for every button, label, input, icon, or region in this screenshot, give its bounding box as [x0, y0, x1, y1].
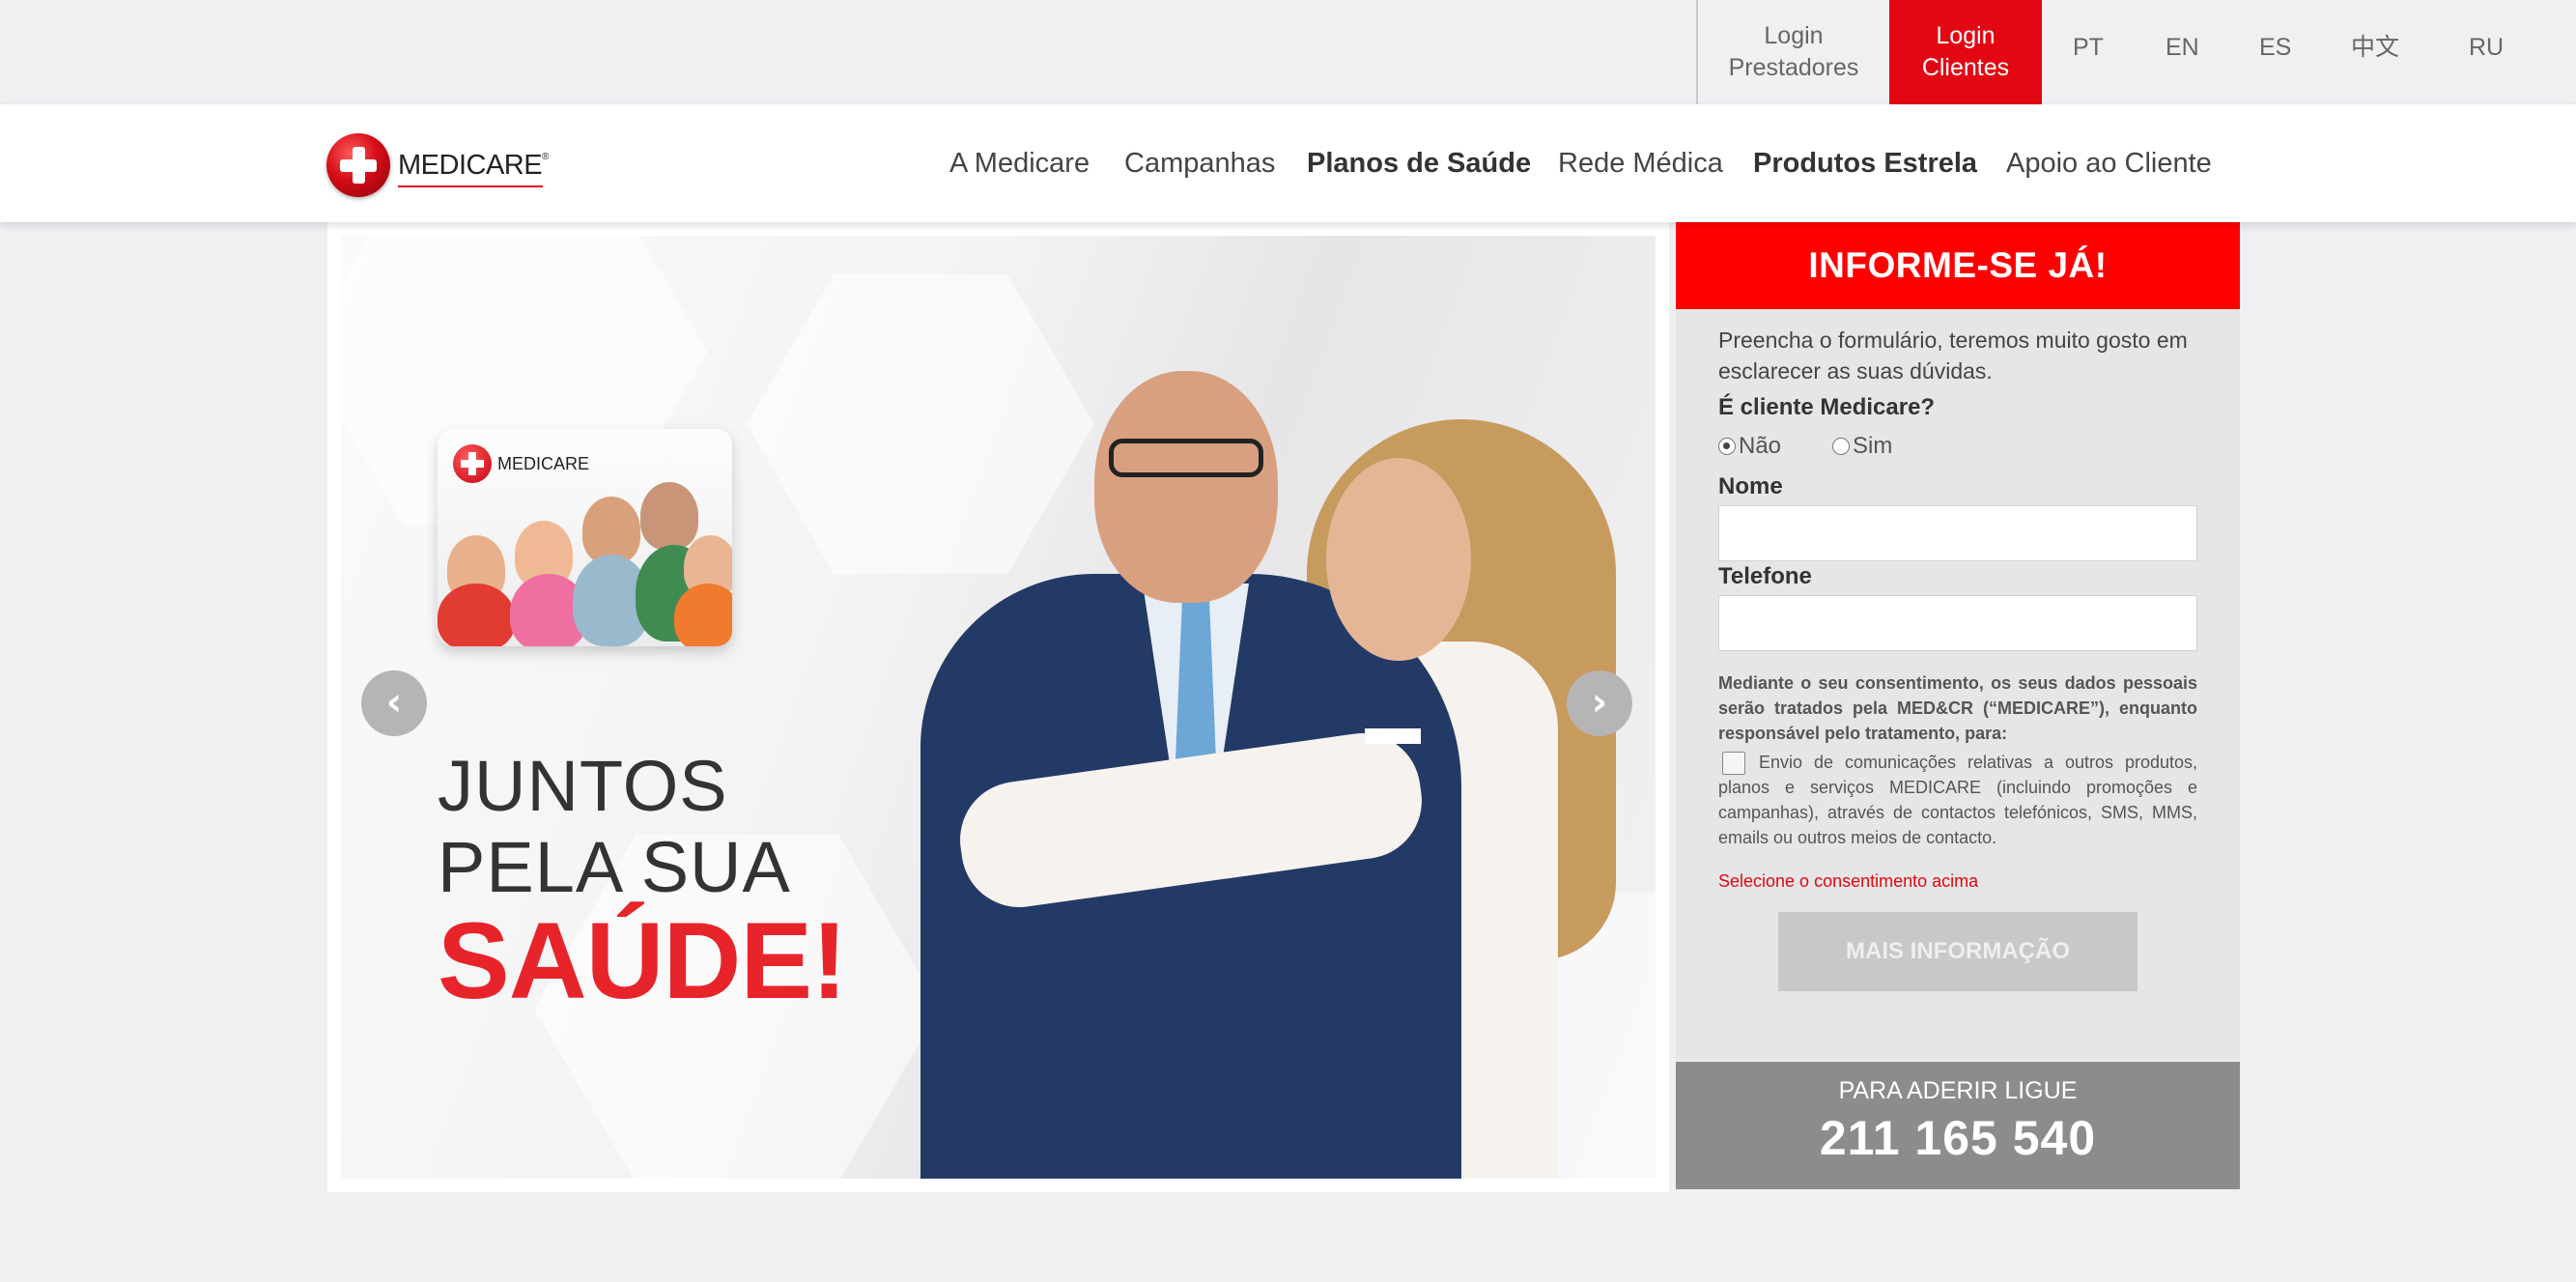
- form-intro-text: Preencha o formulário, teremos muito gos…: [1718, 328, 2188, 384]
- login-prestadores-line1: Login: [1764, 22, 1824, 49]
- card-logo: MEDICARE: [453, 444, 589, 483]
- hero-carousel: MEDICARE JUNTOS PELA SUA SAÚDE! ‹ ›: [327, 222, 1669, 1192]
- consent-option: Envio de comunicações relativas a outros…: [1718, 750, 2197, 850]
- headline-big: SAÚDE!: [438, 900, 847, 1021]
- top-bar: Login Prestadores Login Clientes PT EN E…: [0, 0, 2576, 104]
- hero-headline: JUNTOS PELA SUA SAÚDE!: [438, 746, 847, 1021]
- login-prestadores-line2: Prestadores: [1728, 54, 1859, 81]
- info-form: Preencha o formulário, teremos muito gos…: [1676, 309, 2240, 1061]
- phone-label: Telefone: [1718, 563, 1812, 589]
- man-glasses: [1109, 439, 1263, 477]
- medicare-cross-icon: [326, 133, 390, 197]
- consent-text: Mediante o seu consentimento, os seus da…: [1718, 673, 2197, 743]
- nav-rede-medica[interactable]: Rede Médica: [1558, 104, 1723, 222]
- nav-a-medicare[interactable]: A Medicare: [949, 104, 1090, 222]
- logo-wordmark: MEDICARE: [398, 149, 543, 181]
- headline-line-1: JUNTOS: [438, 746, 728, 826]
- nav-campanhas[interactable]: Campanhas: [1124, 104, 1275, 222]
- radio-nao-indicator[interactable]: [1718, 438, 1736, 455]
- mais-informacao-button[interactable]: MAIS INFORMAÇÃO: [1778, 912, 2137, 991]
- chevron-left-icon: ‹: [385, 680, 403, 725]
- nav-planos-de-saude[interactable]: Planos de Saúde: [1307, 104, 1531, 222]
- family-figure: [438, 584, 515, 646]
- login-clientes-line1: Login: [1936, 22, 1996, 49]
- lang-ru-link[interactable]: RU: [2469, 0, 2504, 95]
- card-cross-icon: [453, 444, 492, 483]
- radio-sim-indicator[interactable]: [1832, 438, 1850, 455]
- woman-face: [1326, 458, 1471, 661]
- lang-es-link[interactable]: ES: [2259, 0, 2291, 95]
- name-input[interactable]: [1718, 505, 2197, 561]
- call-to-join-box: PARA ADERIR LIGUE 211 165 540: [1676, 1062, 2240, 1189]
- form-title: INFORME-SE JÁ!: [1676, 222, 2240, 309]
- pocket-square: [1365, 728, 1421, 744]
- family-figure: [674, 584, 732, 646]
- login-prestadores-link[interactable]: Login Prestadores: [1698, 0, 1889, 104]
- nav-produtos-estrela[interactable]: Produtos Estrela: [1753, 104, 1977, 222]
- family-figure: [640, 482, 698, 550]
- radio-nao[interactable]: Não: [1718, 433, 1781, 460]
- client-question-label: É cliente Medicare?: [1718, 394, 1936, 420]
- logo-registered-mark: ®: [542, 151, 549, 162]
- lang-en-link[interactable]: EN: [2166, 0, 2199, 95]
- radio-nao-label: Não: [1739, 433, 1782, 459]
- lang-pt-link[interactable]: PT: [2073, 0, 2104, 95]
- consent-checkbox[interactable]: [1722, 752, 1745, 776]
- name-label: Nome: [1718, 473, 1783, 499]
- login-clientes-line2: Clientes: [1921, 54, 2010, 81]
- membership-card-image: MEDICARE: [438, 429, 732, 646]
- consent-option-text: Envio de comunicações relativas a outros…: [1718, 753, 2197, 848]
- medicare-logo[interactable]: MEDICARE®: [326, 131, 549, 199]
- carousel-next-button[interactable]: ›: [1567, 670, 1632, 736]
- nav-apoio-ao-cliente[interactable]: Apoio ao Cliente: [2006, 104, 2212, 222]
- phone-input[interactable]: [1718, 595, 2197, 651]
- carousel-prev-button[interactable]: ‹: [361, 670, 427, 736]
- radio-sim[interactable]: Sim: [1832, 433, 1892, 460]
- consent-error-text: Selecione o consentimento acima: [1718, 871, 1979, 891]
- hero-slide-image: MEDICARE JUNTOS PELA SUA SAÚDE!: [341, 236, 1656, 1179]
- card-logo-text: MEDICARE: [497, 453, 590, 473]
- man-head: [1094, 371, 1278, 603]
- chevron-right-icon: ›: [1591, 680, 1608, 725]
- lang-zh-link[interactable]: 中文: [2351, 0, 2399, 95]
- call-phone-number[interactable]: 211 165 540: [1676, 1110, 2240, 1166]
- login-clientes-link[interactable]: Login Clientes: [1889, 0, 2042, 104]
- headline-line-2: PELA SUA: [438, 827, 791, 907]
- call-label: PARA ADERIR LIGUE: [1838, 1077, 2078, 1104]
- logo-text: MEDICARE®: [398, 149, 549, 187]
- radio-sim-label: Sim: [1853, 433, 1893, 459]
